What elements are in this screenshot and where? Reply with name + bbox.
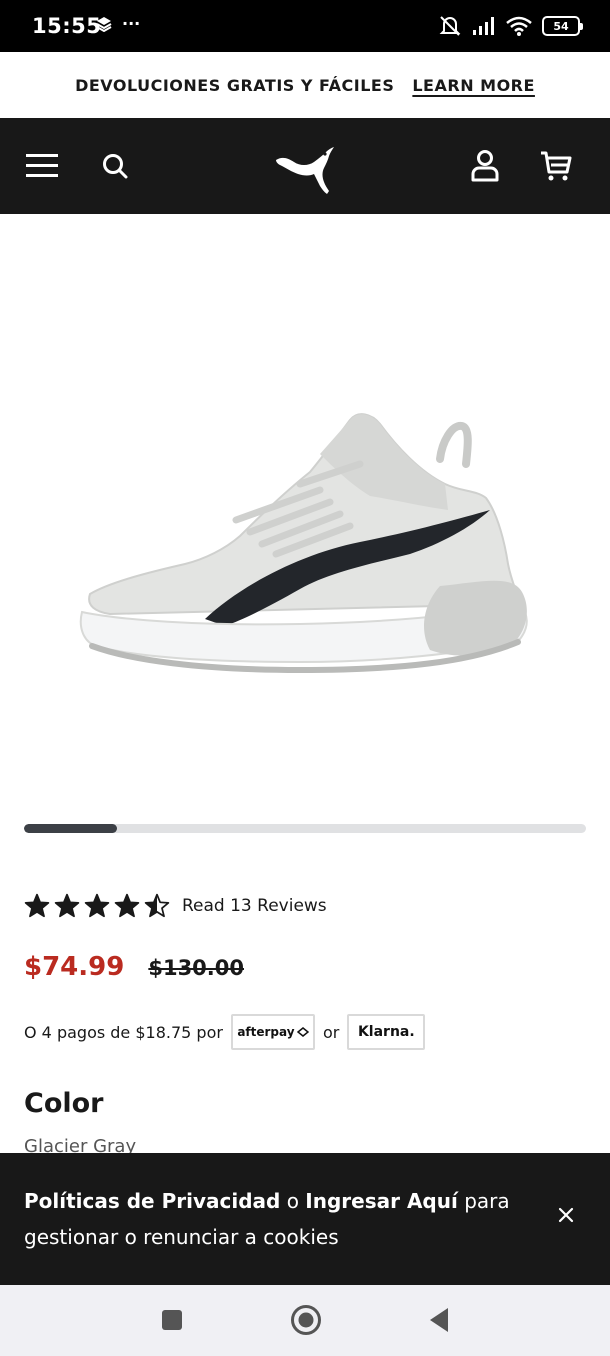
star-full-icon: [84, 893, 110, 918]
user-icon[interactable]: [471, 150, 499, 182]
installments-text: O 4 pagos de $18.75 por: [24, 1022, 223, 1042]
layers-icon: [96, 16, 112, 32]
product-rating: Read 13 Reviews: [24, 893, 327, 919]
more-notifications-icon: ···: [122, 14, 141, 33]
rating-stars: [24, 893, 170, 919]
close-icon[interactable]: [558, 1207, 574, 1223]
system-nav-bar: [0, 1285, 610, 1356]
battery-indicator: 54: [542, 16, 583, 36]
circle-home-icon[interactable]: [290, 1304, 322, 1336]
afterpay-arrows-icon: [296, 1027, 309, 1037]
status-bar: 15:55 ··· 54: [0, 0, 610, 52]
shoe-image: [79, 413, 528, 674]
learn-more-link[interactable]: LEARN MORE: [412, 76, 535, 95]
installments-row: O 4 pagos de $18.75 por afterpay or Klar…: [24, 1014, 426, 1050]
star-full-icon: [114, 893, 140, 918]
afterpay-label: afterpay: [237, 1025, 295, 1039]
carousel-progress-fill: [24, 824, 117, 833]
promo-banner: DEVOLUCIONES GRATIS Y FÁCILES LEARN MORE: [0, 52, 610, 118]
original-price: $130.00: [148, 956, 244, 980]
klarna-label: Klarna.: [357, 1024, 415, 1040]
triangle-back-icon[interactable]: [428, 1307, 450, 1333]
login-here-link[interactable]: Ingresar Aquí: [305, 1189, 458, 1213]
sale-price: $74.99: [24, 952, 125, 982]
or-text: or: [322, 1022, 340, 1042]
status-left-icons: ···: [96, 14, 140, 33]
wifi-icon: [506, 16, 532, 36]
status-time: 15:55: [32, 14, 102, 38]
klarna-badge[interactable]: Klarna.: [347, 1014, 426, 1050]
cookie-connector: o: [280, 1189, 306, 1213]
signal-icon: [473, 17, 494, 35]
cookie-banner: Políticas de Privacidad o Ingresar Aquí …: [0, 1153, 610, 1285]
color-heading: Color: [24, 1088, 104, 1119]
search-icon[interactable]: [102, 153, 128, 179]
product-image[interactable]: [0, 214, 610, 814]
privacy-policy-link[interactable]: Políticas de Privacidad: [24, 1189, 280, 1213]
star-full-icon: [54, 893, 80, 918]
cart-icon[interactable]: [540, 150, 572, 182]
status-right-icons: 54: [438, 14, 583, 38]
mute-icon: [439, 16, 461, 36]
star-full-icon: [24, 893, 50, 918]
afterpay-badge[interactable]: afterpay: [230, 1014, 315, 1050]
image-carousel-progress[interactable]: [24, 824, 586, 833]
cookie-text: Políticas de Privacidad o Ingresar Aquí …: [24, 1183, 524, 1255]
site-header: [0, 118, 610, 214]
price-row: $74.99 $130.00: [24, 952, 244, 982]
promo-text: DEVOLUCIONES GRATIS Y FÁCILES: [75, 75, 395, 95]
square-recents-icon[interactable]: [161, 1309, 183, 1331]
star-half-icon: [144, 893, 170, 918]
read-reviews-link[interactable]: Read 13 Reviews: [182, 896, 327, 916]
battery-level: 54: [553, 19, 569, 33]
hamburger-menu-icon[interactable]: [26, 154, 58, 178]
puma-logo[interactable]: [274, 146, 336, 196]
